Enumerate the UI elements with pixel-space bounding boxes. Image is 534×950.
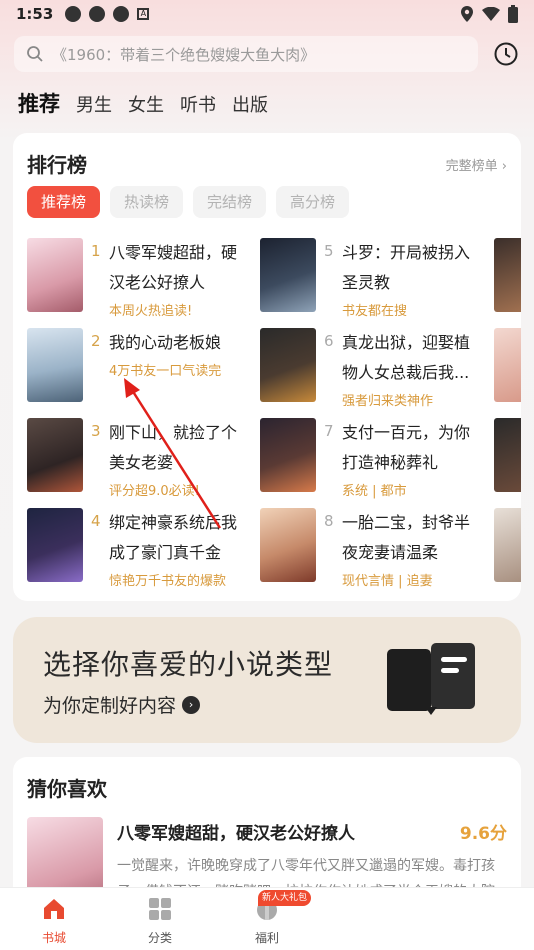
nav-label: 分类 bbox=[147, 931, 172, 945]
genre-preference-banner[interactable]: 选择你喜爱的小说类型 为你定制好内容 › bbox=[13, 617, 521, 743]
new-user-badge: 新人大礼包 bbox=[258, 890, 312, 906]
nav-label: 福利 bbox=[254, 931, 279, 945]
promo-subtitle-text: 为你定制好内容 bbox=[43, 695, 177, 717]
guess-title: 猜你喜欢 bbox=[27, 777, 107, 801]
nav-label: 书城 bbox=[41, 931, 66, 945]
bottom-navigation: 书城 分类 福利 新人大礼包 bbox=[0, 887, 534, 950]
book-icon bbox=[387, 643, 475, 715]
grid-icon bbox=[149, 898, 171, 920]
promo-subtitle: 为你定制好内容 › bbox=[43, 691, 201, 718]
nav-bookstore[interactable]: 书城 bbox=[24, 896, 84, 946]
promo-title: 选择你喜爱的小说类型 bbox=[43, 648, 334, 681]
book-score: 9.6分 bbox=[459, 824, 507, 844]
nav-category[interactable]: 分类 bbox=[130, 896, 190, 946]
home-icon bbox=[44, 899, 64, 919]
book-title[interactable]: 八零军嫂超甜，硬汉老公好撩人 bbox=[117, 819, 355, 844]
arrow-right-icon: › bbox=[182, 695, 201, 714]
